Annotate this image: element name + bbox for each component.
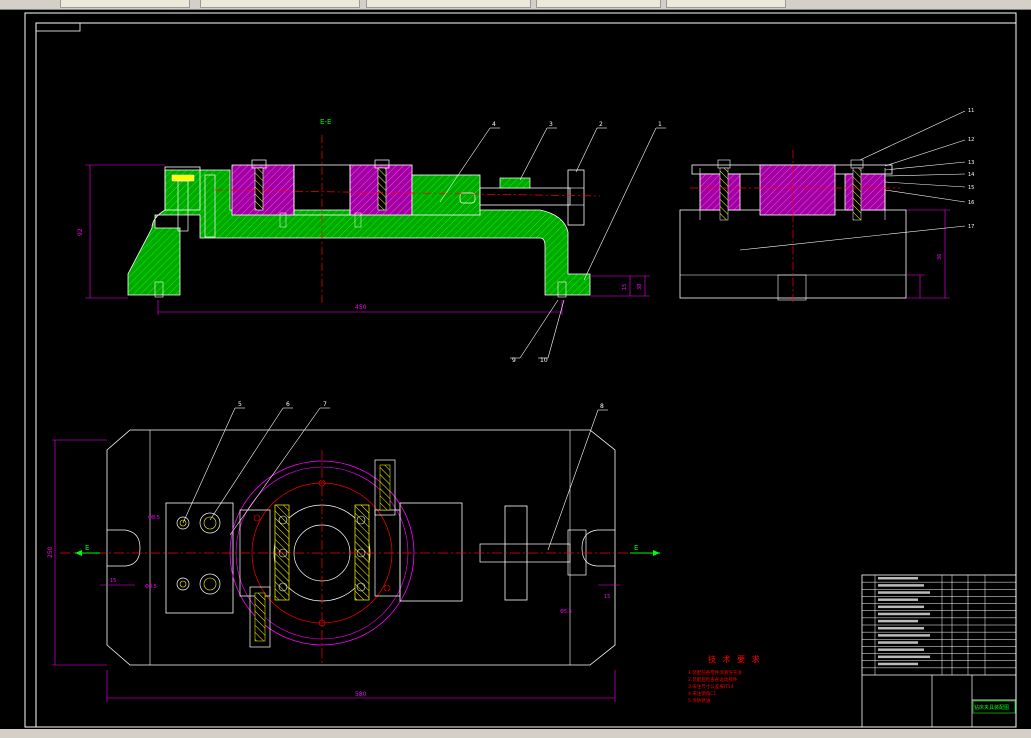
cad-drawing: E-E 92 450 15 38 4 3 2 1 9 10 36 11 12 1… — [24, 12, 1017, 728]
balloon-6: 6 — [286, 401, 290, 408]
balloon-14: 14 — [968, 172, 974, 178]
bom-text-placeholder — [878, 584, 924, 587]
balloon-12: 12 — [968, 137, 974, 143]
u-slot-left — [107, 529, 141, 567]
balloon-7: 7 — [323, 401, 327, 408]
bom-text-placeholder — [878, 648, 924, 651]
tech-req-line: 4.未注倒角C1 — [688, 690, 716, 697]
corner-label-box — [35, 22, 81, 32]
balloon-9: 9 — [512, 357, 516, 364]
bom-text-placeholder — [878, 627, 924, 630]
dim-top-left-offset: 15 — [110, 578, 116, 584]
dim-side-height: 36 — [937, 254, 943, 260]
dim-hole-c: Φ5.5 — [560, 609, 572, 615]
bom-table — [862, 575, 1016, 675]
bom-text-placeholder — [878, 619, 918, 623]
section-mark-left: E — [85, 544, 89, 552]
pin-head — [171, 174, 195, 182]
leader-line — [519, 299, 559, 359]
dim-hole-b: Φ8.5 — [145, 584, 157, 590]
clamp-jaw — [411, 174, 481, 216]
front-section-view: E-E 92 450 15 38 4 3 2 1 9 10 — [77, 118, 666, 364]
section-label: E-E — [320, 118, 331, 126]
dim-front-right-a: 15 — [622, 284, 628, 290]
u-slot-right — [581, 529, 615, 567]
tab-bar — [0, 0, 1031, 10]
drill-bush — [199, 512, 221, 534]
tech-req-line: 1.装配前各零件须清洗干净 — [688, 669, 742, 676]
balloon-3: 3 — [549, 121, 553, 128]
dim-front-right-b: 38 — [637, 284, 643, 290]
side-workpiece — [759, 164, 836, 216]
dim-front-width: 450 — [355, 304, 367, 311]
balloon-17: 17 — [968, 224, 974, 230]
balloon-15: 15 — [968, 185, 974, 191]
side-key — [777, 274, 807, 301]
side-view: 36 11 12 13 14 15 16 17 — [679, 108, 974, 305]
drawing-name: 钻床夹具装配图 — [974, 704, 1009, 711]
balloon-8: 8 — [600, 403, 604, 410]
tab-item[interactable] — [200, 0, 360, 8]
leader-line — [583, 127, 657, 281]
dim-front-height: 92 — [77, 228, 84, 236]
hole — [176, 577, 190, 591]
bom-text-placeholder — [878, 612, 930, 616]
top-jaw — [399, 502, 463, 602]
dim-hole-a: Φ8.5 — [148, 515, 160, 521]
bom-text-placeholder — [878, 662, 918, 666]
dim-top-height: 250 — [47, 546, 54, 558]
outer-border — [24, 12, 1017, 728]
balloon-10: 10 — [540, 357, 548, 364]
balloon-16: 16 — [968, 200, 974, 206]
tech-req-title: 技 术 要 求 — [708, 654, 762, 664]
balloon-11: 11 — [968, 108, 974, 114]
tab-item[interactable] — [366, 0, 531, 8]
leader-line — [519, 127, 548, 181]
bom-text-placeholder — [878, 634, 930, 637]
drawing-sheet[interactable]: E-E 92 450 15 38 4 3 2 1 9 10 36 11 12 1… — [0, 10, 1031, 729]
drill-bracket — [165, 502, 234, 614]
lead-screw — [479, 187, 571, 206]
balloon-4: 4 — [492, 121, 496, 128]
inner-border — [35, 22, 1017, 728]
leader-line — [575, 127, 598, 173]
screw-nut — [499, 177, 531, 189]
bolt-shank — [377, 167, 387, 211]
tech-req-line: 2.装配后检查各运动部件 — [688, 676, 738, 683]
bom-text-placeholder — [878, 598, 918, 601]
dim-top-width: 580 — [355, 691, 367, 698]
leader-line — [547, 299, 565, 359]
tab-item[interactable] — [60, 0, 190, 8]
balloon-2: 2 — [599, 121, 603, 128]
bom-text-placeholder — [878, 591, 930, 594]
top-view: E E 250 580 15 15 Φ8.5 Φ8.5 Φ5.5 5 6 7 8 — [47, 401, 660, 702]
bom-text-placeholder — [878, 655, 930, 659]
tech-req-line: 3.未注尺寸公差按IT14 — [688, 683, 734, 690]
title-block: 钻床夹具装配图 — [861, 574, 1017, 728]
side-block-right — [844, 173, 886, 211]
bom-text-placeholder — [878, 577, 918, 580]
handwheel — [567, 169, 585, 226]
balloon-5: 5 — [238, 401, 242, 408]
bolt-shank — [254, 167, 264, 211]
bom-text-placeholder — [878, 605, 924, 609]
tech-requirements: 技 术 要 求 1.装配前各零件须清洗干净 2.装配后检查各运动部件 3.未注尺… — [688, 654, 762, 704]
balloon-1: 1 — [658, 121, 662, 128]
dim-top-right-offset: 15 — [604, 594, 610, 600]
drill-bush — [199, 573, 221, 595]
tab-item[interactable] — [536, 0, 661, 8]
section-mark-right: E — [634, 544, 638, 552]
bom-text-placeholder — [878, 641, 918, 644]
tech-req-line: 5.涂防锈油 — [688, 697, 711, 704]
status-bar — [0, 729, 1031, 738]
balloon-13: 13 — [968, 160, 974, 166]
tab-item[interactable] — [666, 0, 786, 8]
